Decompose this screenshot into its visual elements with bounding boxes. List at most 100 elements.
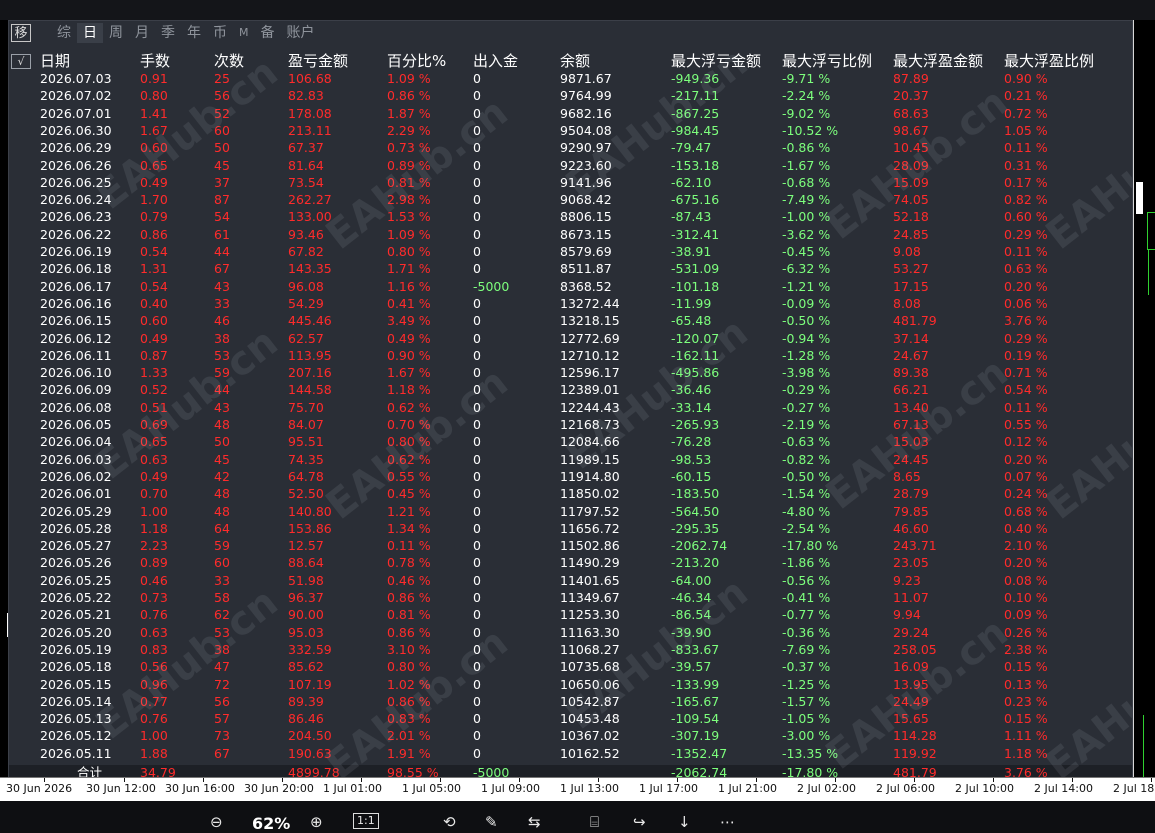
table-row[interactable]: 2026.06.25 0.49 37 73.54 0.81 % 0 9141.96 -62.1… (9, 174, 1132, 191)
table-cell: -39.57 (671, 659, 712, 675)
table-cell: -833.67 (671, 641, 720, 657)
table-row[interactable]: 2026.07.02 0.80 56 82.83 0.86 % 0 9764.99 -217.… (9, 87, 1132, 104)
tab-8[interactable]: 备 (255, 23, 281, 43)
column-header[interactable]: 出入金 (473, 50, 518, 71)
table-row[interactable]: 2026.06.26 0.65 45 81.64 0.89 % 0 9223.60 -153.… (9, 157, 1132, 174)
column-header[interactable]: 日期 (40, 50, 70, 71)
table-row[interactable]: 2026.06.11 0.87 53 113.95 0.90 % 0 12710.12 -16… (9, 347, 1132, 364)
rotate-icon[interactable]: ⟲ (443, 813, 456, 831)
text-recognize-icon[interactable]: ⌸ (590, 813, 599, 831)
table-row[interactable]: 2026.06.04 0.65 50 95.51 0.80 % 0 12084.66 -76.… (9, 433, 1132, 450)
table-cell: 56 (214, 88, 230, 104)
tab-7[interactable]: M (233, 23, 255, 43)
table-row[interactable]: 2026.05.26 0.89 60 88.64 0.78 % 0 11490.29 -213… (9, 554, 1132, 571)
table-row[interactable]: 2026.06.18 1.31 67 143.35 1.71 % 0 8511.87 -531… (9, 260, 1132, 277)
table-cell: -1.67 % (782, 157, 831, 173)
table-cell: 0.72 % (1004, 105, 1048, 121)
table-cell: -495.86 (671, 365, 720, 381)
share-icon[interactable]: ↪ (633, 813, 646, 831)
table-row[interactable]: 2026.05.12 1.00 73 204.50 2.01 % 0 10367.02 -30… (9, 727, 1132, 744)
table-cell: -0.09 % (782, 295, 831, 311)
table-cell: 178.08 (288, 105, 332, 121)
table-row[interactable]: 2026.06.19 0.54 44 67.82 0.80 % 0 8579.69 -38.9… (9, 243, 1132, 260)
table-row[interactable]: 2026.05.19 0.83 38 332.59 3.10 % 0 11068.27 -83… (9, 641, 1132, 658)
table-row[interactable]: 2026.06.01 0.70 48 52.50 0.45 % 0 11850.02 -183… (9, 485, 1132, 502)
table-cell: 23.05 (893, 555, 929, 571)
table-cell: 59 (214, 538, 230, 554)
table-row[interactable]: 2026.05.21 0.76 62 90.00 0.81 % 0 11253.30 -86.… (9, 606, 1132, 623)
table-row[interactable]: 2026.07.03 0.91 25 106.68 1.09 % 0 9871.67 -949… (9, 70, 1132, 87)
table-row[interactable]: 2026.05.13 0.76 57 86.46 0.83 % 0 10453.48 -109… (9, 710, 1132, 727)
table-row[interactable]: 2026.06.22 0.86 61 93.46 1.09 % 0 8673.15 -312.… (9, 226, 1132, 243)
table-row[interactable]: 2026.06.15 0.60 46 445.46 3.49 % 0 13218.15 -65… (9, 312, 1132, 329)
table-row[interactable]: 2026.05.11 1.88 67 190.63 1.91 % 0 10162.52 -13… (9, 745, 1132, 762)
column-header[interactable]: 最大浮亏金额 (671, 50, 761, 71)
tab-9[interactable]: 账户 (281, 23, 321, 43)
zoom-in-button[interactable]: ⊕ (310, 813, 323, 831)
table-row[interactable]: 2026.06.24 1.70 87 262.27 2.98 % 0 9068.42 -675… (9, 191, 1132, 208)
table-row[interactable]: 2026.06.30 1.67 60 213.11 2.29 % 0 9504.08 -984… (9, 122, 1132, 139)
tab-5[interactable]: 年 (181, 23, 207, 43)
table-row[interactable]: 2026.06.02 0.49 42 64.78 0.55 % 0 11914.80 -60.… (9, 468, 1132, 485)
table-cell: -0.82 % (782, 451, 831, 467)
table-row[interactable]: 2026.05.14 0.77 56 89.39 0.86 % 0 10542.87 -165… (9, 693, 1132, 710)
table-row[interactable]: 2026.05.22 0.73 58 96.37 0.86 % 0 11349.67 -46.… (9, 589, 1132, 606)
tab-3[interactable]: 月 (129, 23, 155, 43)
zoom-out-button[interactable]: ⊖ (210, 813, 223, 831)
table-cell: -86.54 (671, 607, 712, 623)
table-row[interactable]: 2026.06.17 0.54 43 96.08 1.16 % -5000 8368.52 -… (9, 278, 1132, 295)
tab-2[interactable]: 周 (103, 23, 129, 43)
table-row[interactable]: 2026.06.08 0.51 43 75.70 0.62 % 0 12244.43 -33.… (9, 399, 1132, 416)
table-cell: 0.83 % (387, 711, 431, 727)
column-header[interactable]: 手数 (140, 50, 170, 71)
table-row[interactable]: 2026.05.18 0.56 47 85.62 0.80 % 0 10735.68 -39.… (9, 658, 1132, 675)
table-cell: 87 (214, 192, 230, 208)
column-header[interactable]: 盈亏金额 (288, 50, 348, 71)
table-row[interactable]: 2026.06.10 1.33 59 207.16 1.67 % 0 12596.17 -49… (9, 364, 1132, 381)
table-cell: -0.94 % (782, 330, 831, 346)
select-all-checkbox[interactable]: √ (11, 54, 31, 69)
column-header[interactable]: 最大浮盈比例 (1004, 50, 1094, 71)
column-header[interactable]: 百分比% (387, 50, 446, 71)
table-cell: 0.89 (140, 555, 168, 571)
table-row[interactable]: 2026.06.29 0.60 50 67.37 0.73 % 0 9290.97 -79.4… (9, 139, 1132, 156)
table-cell: 0 (473, 88, 481, 104)
more-icon[interactable]: ⋯ (720, 813, 735, 831)
table-row[interactable]: 2026.06.16 0.40 33 54.29 0.41 % 0 13272.44 -11.… (9, 295, 1132, 312)
table-cell: 2026.05.18 (40, 659, 112, 675)
table-row[interactable]: 2026.05.27 2.23 59 12.57 0.11 % 0 11502.86 -206… (9, 537, 1132, 554)
table-row[interactable]: 2026.06.12 0.49 38 62.57 0.49 % 0 12772.69 -120… (9, 330, 1132, 347)
tab-4[interactable]: 季 (155, 23, 181, 43)
table-row[interactable]: 2026.05.28 1.18 64 153.86 1.34 % 0 11656.72 -29… (9, 520, 1132, 537)
column-header[interactable]: 最大浮亏比例 (782, 50, 872, 71)
tab-6[interactable]: 币 (207, 23, 233, 43)
table-row[interactable]: 2026.06.05 0.69 48 84.07 0.70 % 0 12168.73 -265… (9, 416, 1132, 433)
fit-button[interactable]: 1:1 (353, 813, 379, 829)
tab-1[interactable]: 日 (77, 23, 103, 43)
edit-icon[interactable]: ✎ (485, 813, 498, 831)
top-bar (0, 0, 1155, 20)
candle-wick (1143, 715, 1144, 777)
candle-wick (1148, 250, 1149, 295)
column-header[interactable]: 余额 (560, 50, 590, 71)
table-cell: 0 (473, 295, 481, 311)
download-icon[interactable]: ↓ (678, 813, 691, 831)
tab-0[interactable]: 综 (51, 23, 77, 43)
table-row[interactable]: 2026.06.09 0.52 44 144.58 1.18 % 0 12389.01 -36… (9, 381, 1132, 398)
table-row[interactable]: 2026.06.03 0.63 45 74.35 0.62 % 0 11989.15 -98.… (9, 451, 1132, 468)
table-row[interactable]: 2026.05.25 0.46 33 51.98 0.46 % 0 11401.65 -64.… (9, 572, 1132, 589)
table-cell: 2026.05.22 (40, 590, 112, 605)
table-row[interactable]: 2026.05.20 0.63 53 95.03 0.86 % 0 11163.30 -39.… (9, 624, 1132, 641)
table-cell: 73 (214, 728, 230, 744)
table-cell: 2026.06.02 (40, 468, 112, 484)
column-header[interactable]: 最大浮盈金额 (893, 50, 983, 71)
table-row[interactable]: 2026.06.23 0.79 54 133.00 1.53 % 0 8806.15 -87.… (9, 208, 1132, 225)
table-cell: 0 (473, 209, 481, 225)
translate-icon[interactable]: ⇆ (528, 813, 541, 831)
period-tabs: 移 综日周月季年币 M 备账户 (9, 21, 1132, 45)
table-row[interactable]: 2026.05.29 1.00 48 140.80 1.21 % 0 11797.52 -56… (9, 503, 1132, 520)
table-row[interactable]: 2026.07.01 1.41 52 178.08 1.87 % 0 9682.16 -867… (9, 105, 1132, 122)
table-row[interactable]: 2026.05.15 0.96 72 107.19 1.02 % 0 10650.06 -13… (9, 676, 1132, 693)
move-button[interactable]: 移 (11, 24, 31, 42)
column-header[interactable]: 次数 (214, 50, 244, 71)
